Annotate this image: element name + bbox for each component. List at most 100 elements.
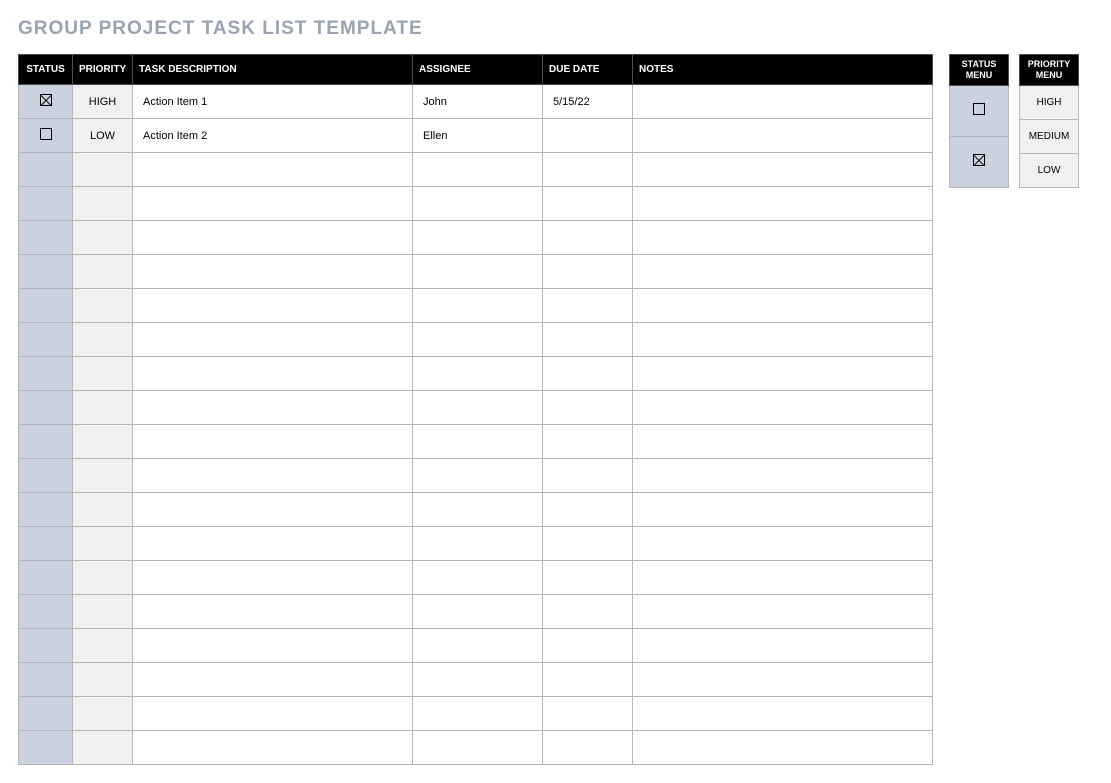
assignee-cell[interactable] bbox=[413, 153, 543, 187]
status-cell[interactable] bbox=[19, 527, 73, 561]
notes-cell[interactable] bbox=[633, 119, 933, 153]
priority-cell[interactable] bbox=[73, 289, 133, 323]
assignee-cell[interactable] bbox=[413, 459, 543, 493]
status-cell[interactable] bbox=[19, 561, 73, 595]
assignee-cell[interactable] bbox=[413, 561, 543, 595]
assignee-cell[interactable] bbox=[413, 221, 543, 255]
due-date-cell[interactable] bbox=[543, 323, 633, 357]
priority-cell[interactable] bbox=[73, 561, 133, 595]
task-description-cell[interactable] bbox=[133, 153, 413, 187]
assignee-cell[interactable] bbox=[413, 697, 543, 731]
assignee-cell[interactable] bbox=[413, 527, 543, 561]
task-description-cell[interactable] bbox=[133, 221, 413, 255]
status-cell[interactable] bbox=[19, 425, 73, 459]
task-description-cell[interactable] bbox=[133, 357, 413, 391]
priority-cell[interactable] bbox=[73, 357, 133, 391]
task-description-cell[interactable]: Action Item 2 bbox=[133, 119, 413, 153]
task-description-cell[interactable] bbox=[133, 595, 413, 629]
notes-cell[interactable] bbox=[633, 697, 933, 731]
priority-cell[interactable] bbox=[73, 493, 133, 527]
due-date-cell[interactable] bbox=[543, 493, 633, 527]
due-date-cell[interactable] bbox=[543, 119, 633, 153]
task-description-cell[interactable] bbox=[133, 561, 413, 595]
status-cell[interactable] bbox=[19, 323, 73, 357]
status-menu-item[interactable] bbox=[950, 85, 1009, 136]
due-date-cell[interactable] bbox=[543, 595, 633, 629]
task-description-cell[interactable] bbox=[133, 493, 413, 527]
priority-cell[interactable] bbox=[73, 391, 133, 425]
due-date-cell[interactable] bbox=[543, 425, 633, 459]
task-description-cell[interactable] bbox=[133, 459, 413, 493]
notes-cell[interactable] bbox=[633, 663, 933, 697]
notes-cell[interactable] bbox=[633, 85, 933, 119]
notes-cell[interactable] bbox=[633, 255, 933, 289]
due-date-cell[interactable] bbox=[543, 357, 633, 391]
notes-cell[interactable] bbox=[633, 391, 933, 425]
priority-menu-item[interactable]: LOW bbox=[1020, 153, 1079, 187]
notes-cell[interactable] bbox=[633, 187, 933, 221]
due-date-cell[interactable] bbox=[543, 731, 633, 765]
status-cell[interactable] bbox=[19, 391, 73, 425]
status-cell[interactable] bbox=[19, 663, 73, 697]
task-description-cell[interactable] bbox=[133, 255, 413, 289]
priority-cell[interactable] bbox=[73, 153, 133, 187]
priority-cell[interactable] bbox=[73, 425, 133, 459]
task-description-cell[interactable] bbox=[133, 323, 413, 357]
assignee-cell[interactable] bbox=[413, 357, 543, 391]
assignee-cell[interactable] bbox=[413, 289, 543, 323]
notes-cell[interactable] bbox=[633, 153, 933, 187]
status-cell[interactable] bbox=[19, 153, 73, 187]
due-date-cell[interactable] bbox=[543, 527, 633, 561]
priority-cell[interactable] bbox=[73, 187, 133, 221]
priority-cell[interactable] bbox=[73, 663, 133, 697]
status-cell[interactable] bbox=[19, 459, 73, 493]
notes-cell[interactable] bbox=[633, 493, 933, 527]
priority-cell[interactable] bbox=[73, 629, 133, 663]
checkbox-checked-icon[interactable] bbox=[40, 94, 52, 106]
assignee-cell[interactable] bbox=[413, 187, 543, 221]
notes-cell[interactable] bbox=[633, 357, 933, 391]
task-description-cell[interactable] bbox=[133, 663, 413, 697]
status-cell[interactable] bbox=[19, 493, 73, 527]
assignee-cell[interactable] bbox=[413, 255, 543, 289]
due-date-cell[interactable] bbox=[543, 255, 633, 289]
notes-cell[interactable] bbox=[633, 323, 933, 357]
priority-cell[interactable] bbox=[73, 221, 133, 255]
due-date-cell[interactable] bbox=[543, 187, 633, 221]
notes-cell[interactable] bbox=[633, 425, 933, 459]
priority-menu-item[interactable]: MEDIUM bbox=[1020, 119, 1079, 153]
task-description-cell[interactable] bbox=[133, 391, 413, 425]
priority-cell[interactable]: LOW bbox=[73, 119, 133, 153]
assignee-cell[interactable]: Ellen bbox=[413, 119, 543, 153]
assignee-cell[interactable] bbox=[413, 595, 543, 629]
task-description-cell[interactable] bbox=[133, 731, 413, 765]
assignee-cell[interactable] bbox=[413, 391, 543, 425]
assignee-cell[interactable] bbox=[413, 323, 543, 357]
task-description-cell[interactable] bbox=[133, 527, 413, 561]
priority-cell[interactable] bbox=[73, 323, 133, 357]
checkbox-empty-icon[interactable] bbox=[40, 128, 52, 140]
status-cell[interactable] bbox=[19, 697, 73, 731]
status-cell[interactable] bbox=[19, 255, 73, 289]
priority-menu-item[interactable]: HIGH bbox=[1020, 85, 1079, 119]
priority-cell[interactable]: HIGH bbox=[73, 85, 133, 119]
due-date-cell[interactable] bbox=[543, 289, 633, 323]
status-cell[interactable] bbox=[19, 357, 73, 391]
task-description-cell[interactable] bbox=[133, 425, 413, 459]
assignee-cell[interactable] bbox=[413, 629, 543, 663]
status-cell[interactable] bbox=[19, 85, 73, 119]
assignee-cell[interactable] bbox=[413, 731, 543, 765]
task-description-cell[interactable] bbox=[133, 187, 413, 221]
assignee-cell[interactable] bbox=[413, 663, 543, 697]
assignee-cell[interactable] bbox=[413, 425, 543, 459]
due-date-cell[interactable] bbox=[543, 561, 633, 595]
status-cell[interactable] bbox=[19, 629, 73, 663]
due-date-cell[interactable] bbox=[543, 153, 633, 187]
status-cell[interactable] bbox=[19, 289, 73, 323]
priority-cell[interactable] bbox=[73, 527, 133, 561]
task-description-cell[interactable]: Action Item 1 bbox=[133, 85, 413, 119]
priority-cell[interactable] bbox=[73, 595, 133, 629]
priority-cell[interactable] bbox=[73, 731, 133, 765]
priority-cell[interactable] bbox=[73, 459, 133, 493]
due-date-cell[interactable] bbox=[543, 459, 633, 493]
